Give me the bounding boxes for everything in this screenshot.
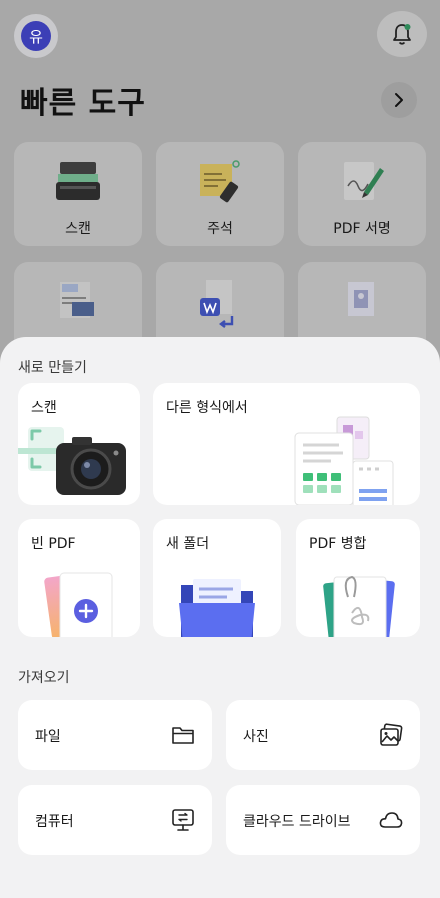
new-folder-icon: [179, 579, 255, 637]
create-import-sheet: 새로 만들기 스캔 다른 형식에서 빈 PDF 새 폴더 PDF 병합 가져오기…: [0, 337, 440, 898]
sticky-note-highlighter-icon: [200, 160, 240, 203]
bell-icon: [393, 24, 411, 45]
word-convert-icon: [200, 280, 234, 328]
create-section-title: 새로 만들기: [18, 360, 87, 376]
folder-icon: [172, 727, 194, 744]
card-label: 클라우드 드라이브: [243, 814, 351, 830]
signature-pen-icon: [344, 162, 384, 200]
import-photo-button[interactable]: 사진: [226, 700, 420, 770]
image-file-icon: [348, 282, 374, 316]
import-section-title: 가져오기: [18, 670, 70, 686]
create-blank-pdf-card[interactable]: 빈 PDF: [18, 519, 140, 637]
card-label: 빈 PDF: [31, 536, 76, 552]
create-scan-card[interactable]: 스캔: [18, 383, 140, 505]
card-label: PDF 병합: [309, 536, 367, 552]
avatar-letter: 유: [21, 21, 51, 51]
quick-tool-label: 스캔: [65, 221, 91, 237]
cloud-icon: [379, 812, 403, 828]
scanner-icon: [56, 162, 100, 200]
photo-icon: [380, 723, 403, 746]
quick-tool-scan[interactable]: 스캔: [14, 142, 142, 246]
create-new-folder-card[interactable]: 새 폴더: [153, 519, 281, 637]
create-merge-pdf-card[interactable]: PDF 병합: [296, 519, 420, 637]
merge-pdf-icon: [323, 575, 395, 637]
import-computer-button[interactable]: 컴퓨터: [18, 785, 212, 855]
blank-pdf-icon: [44, 572, 113, 637]
notification-button[interactable]: [377, 11, 427, 57]
quick-tools-title: 빠른 도구: [20, 86, 146, 121]
quick-tools-more-button[interactable]: [381, 82, 417, 118]
chevron-right-icon: [395, 93, 403, 107]
card-label: 파일: [35, 729, 61, 745]
quick-tool-label: 주석: [207, 221, 233, 237]
avatar[interactable]: 유: [14, 14, 58, 58]
import-file-button[interactable]: 파일: [18, 700, 212, 770]
create-from-format-card[interactable]: 다른 형식에서: [153, 383, 420, 505]
image-to-text-icon: [60, 282, 94, 318]
card-label: 다른 형식에서: [166, 400, 248, 416]
quick-tool-annotate[interactable]: 주석: [156, 142, 284, 246]
card-label: 사진: [243, 729, 269, 745]
quick-tool-sign-pdf[interactable]: PDF 서명: [298, 142, 426, 246]
import-cloud-drive-button[interactable]: 클라우드 드라이브: [226, 785, 420, 855]
card-label: 컴퓨터: [35, 814, 74, 830]
quick-tool-label: PDF 서명: [333, 221, 391, 237]
computer-transfer-icon: [172, 809, 194, 831]
file-formats-icon: [294, 416, 394, 505]
card-label: 새 폴더: [166, 536, 210, 552]
camera-icon: [18, 427, 126, 495]
